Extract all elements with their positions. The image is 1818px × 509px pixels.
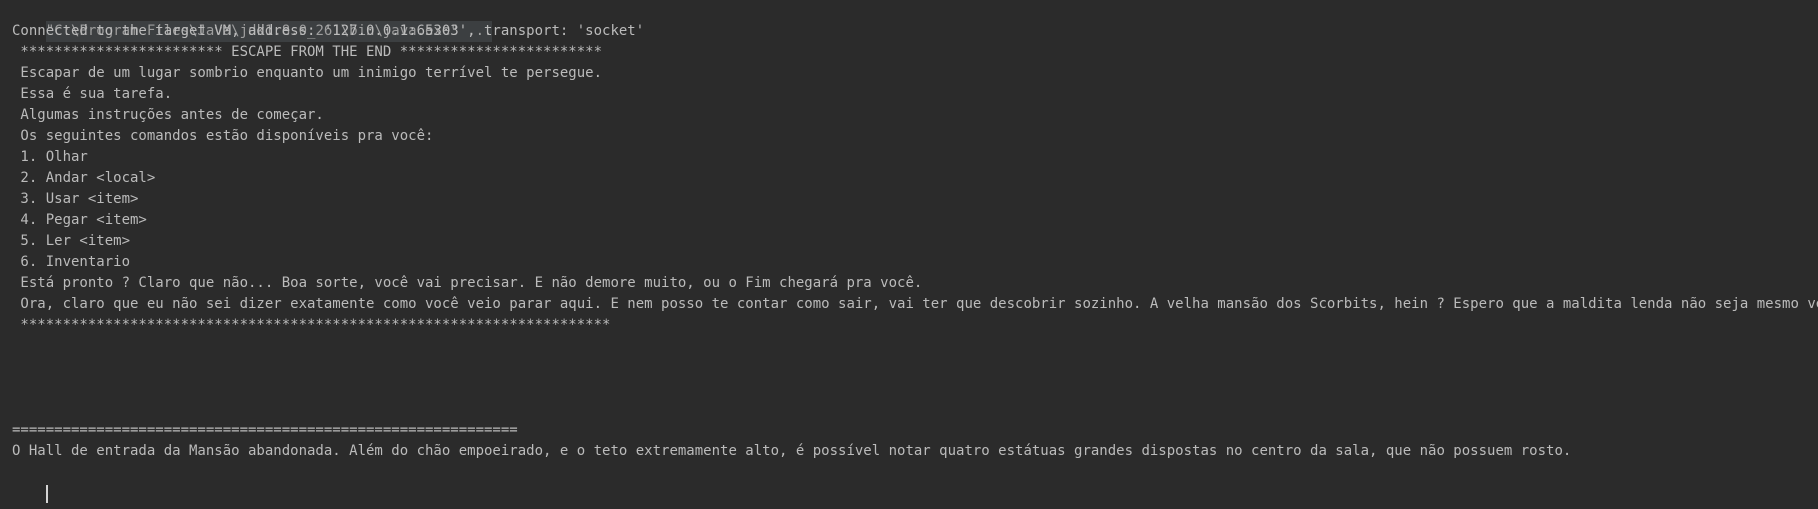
console-line: Está pronto ? Claro que não... Boa sorte…	[12, 275, 923, 291]
run-console[interactable]: "C:\Program Files\Java\jdk1.8.0_261\bin\…	[0, 0, 1818, 509]
console-input-line[interactable]	[12, 462, 1818, 503]
console-line: 6. Inventario	[12, 254, 131, 270]
console-line: Essa é sua tarefa.	[12, 86, 173, 102]
console-line: 4. Pegar <item>	[12, 212, 147, 228]
console-line: 2. Andar <local>	[12, 170, 156, 186]
console-line: ========================================…	[12, 422, 518, 438]
command-line-row: "C:\Program Files\Java\jdk1.8.0_261\bin\…	[12, 0, 1818, 42]
console-line: 3. Usar <item>	[12, 191, 139, 207]
console-line: Escapar de um lugar sombrio enquanto um …	[12, 65, 603, 81]
console-line: O Hall de entrada da Mansão abandonada. …	[12, 443, 1572, 459]
console-line: Connected to the target VM, address: '12…	[12, 23, 645, 39]
console-line: 1. Olhar	[12, 149, 88, 165]
text-cursor	[45, 484, 48, 503]
console-line: Os seguintes comandos estão disponíveis …	[12, 128, 434, 144]
console-line: Ora, claro que eu não sei dizer exatamen…	[12, 296, 1818, 312]
console-line: 5. Ler <item>	[12, 233, 131, 249]
console-line: ****************************************…	[12, 317, 611, 333]
console-line: Algumas instruções antes de começar.	[12, 107, 324, 123]
console-line: ************************ ESCAPE FROM THE…	[12, 44, 603, 60]
